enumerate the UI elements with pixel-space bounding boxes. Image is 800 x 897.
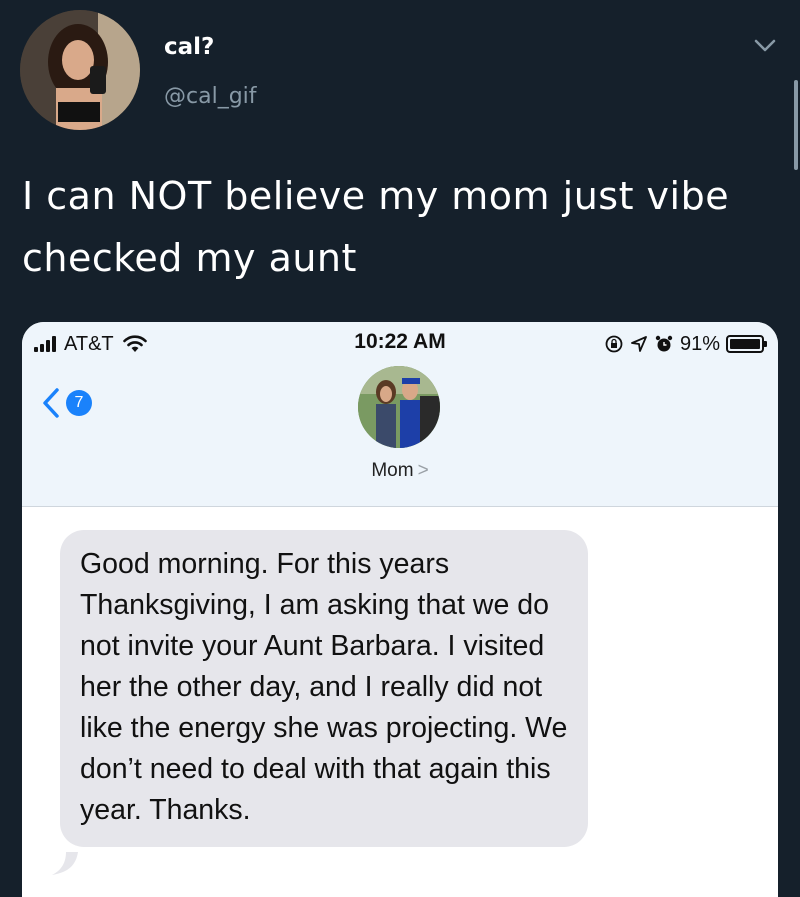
back-button[interactable]: 7 bbox=[40, 386, 92, 420]
chevron-down-icon[interactable] bbox=[750, 30, 780, 60]
bubble-tail bbox=[52, 852, 78, 875]
user-handle[interactable]: @cal_gif bbox=[164, 84, 257, 109]
display-name[interactable]: cal? bbox=[164, 34, 214, 60]
location-icon bbox=[631, 336, 647, 352]
tweet-card: cal? @cal_gif I can NOT believe my mom j… bbox=[0, 0, 800, 897]
contact-name: Mom bbox=[371, 460, 414, 481]
contact-photo bbox=[358, 366, 440, 448]
rotation-lock-icon bbox=[605, 335, 623, 353]
tweet-text: I can NOT believe my mom just vibe check… bbox=[22, 174, 730, 280]
avatar[interactable] bbox=[20, 10, 140, 130]
battery-percent: 91% bbox=[679, 332, 720, 355]
scrollbar[interactable] bbox=[794, 80, 798, 170]
profile-photo bbox=[20, 10, 140, 130]
contact-avatar[interactable] bbox=[358, 366, 440, 448]
ios-messages-header: AT&T 10:22 AM 91% 7 Mom > bbox=[22, 322, 778, 507]
battery-icon bbox=[726, 335, 767, 353]
chevron-left-icon bbox=[43, 388, 59, 418]
contact-name-button[interactable]: Mom > bbox=[22, 460, 778, 482]
message-bubble: Good morning. For this years Thanksgivin… bbox=[60, 530, 588, 847]
unread-count-badge: 7 bbox=[66, 390, 92, 416]
status-right: 91% bbox=[604, 330, 767, 358]
alarm-icon bbox=[655, 335, 673, 352]
embedded-screenshot: AT&T 10:22 AM 91% 7 Mom > Good morning. … bbox=[22, 322, 778, 897]
chevron-right-icon: > bbox=[417, 460, 429, 481]
